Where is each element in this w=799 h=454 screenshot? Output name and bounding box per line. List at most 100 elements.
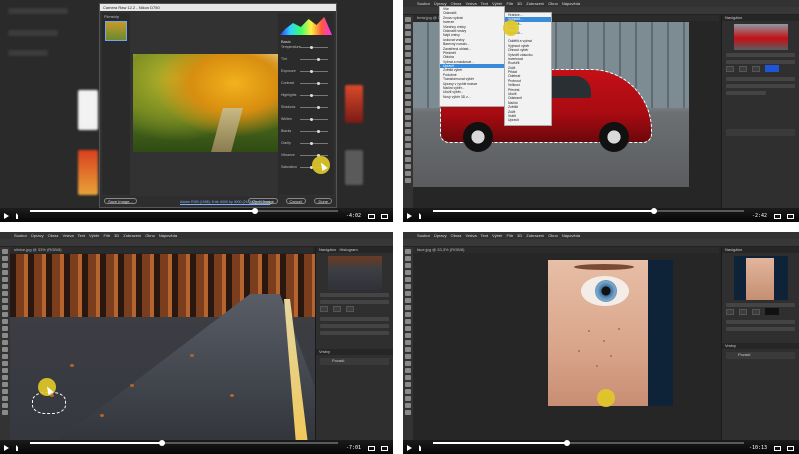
menu-option[interactable]: Upravit xyxy=(505,118,551,122)
volume-icon[interactable] xyxy=(419,213,425,219)
menu-item[interactable]: Soubor xyxy=(14,233,27,238)
tool-icon[interactable] xyxy=(2,375,8,380)
tool-icon[interactable] xyxy=(405,396,411,401)
fullscreen-icon[interactable] xyxy=(381,214,388,219)
adjustment-slider[interactable] xyxy=(300,106,328,109)
tool-icon[interactable] xyxy=(405,389,411,394)
menu-item[interactable]: Filtr xyxy=(506,1,513,6)
menu-item[interactable]: Filtr xyxy=(506,233,513,238)
done-button[interactable]: Done xyxy=(314,198,332,204)
tool-icon[interactable] xyxy=(405,143,411,148)
tool-icon[interactable] xyxy=(405,403,411,408)
menu-item[interactable]: Soubor xyxy=(417,1,430,6)
tool-icon[interactable] xyxy=(405,150,411,155)
slider-handle[interactable] xyxy=(310,118,313,121)
tool-icon[interactable] xyxy=(405,157,411,162)
open-image-button[interactable]: Open Image xyxy=(247,198,278,204)
color-swatch[interactable] xyxy=(765,308,779,315)
adjustment-slider[interactable] xyxy=(300,46,328,49)
navigator-thumbnail[interactable] xyxy=(327,256,382,290)
progress-knob[interactable] xyxy=(563,440,570,446)
menu-item[interactable]: 3D xyxy=(517,1,522,6)
volume-icon[interactable] xyxy=(419,445,425,451)
play-icon[interactable] xyxy=(4,213,9,219)
panel-button[interactable] xyxy=(333,306,341,312)
tool-icon[interactable] xyxy=(405,17,411,22)
tool-icon[interactable] xyxy=(405,31,411,36)
adjustment-slider[interactable] xyxy=(300,142,328,145)
menu-item[interactable]: Vrstva xyxy=(62,233,73,238)
tool-icon[interactable] xyxy=(405,52,411,57)
tool-icon[interactable] xyxy=(2,305,8,310)
tool-icon[interactable] xyxy=(405,94,411,99)
menu-item[interactable]: Nápověda xyxy=(562,233,580,238)
menu-item[interactable]: Nápověda xyxy=(159,233,177,238)
tool-icon[interactable] xyxy=(405,171,411,176)
tool-icon[interactable] xyxy=(405,361,411,366)
menu-item[interactable]: Úpravy xyxy=(31,233,44,238)
menu-item[interactable]: Úpravy xyxy=(434,233,447,238)
menu-item[interactable]: Okno xyxy=(548,1,558,6)
fullscreen-icon[interactable] xyxy=(787,446,794,451)
slider-handle[interactable] xyxy=(317,82,320,85)
panel-button[interactable] xyxy=(320,306,328,312)
color-swatch[interactable] xyxy=(765,65,779,72)
adjustment-slider[interactable] xyxy=(300,82,328,85)
tool-icon[interactable] xyxy=(2,291,8,296)
filmstrip-thumbnail[interactable] xyxy=(105,21,127,41)
panel-button[interactable] xyxy=(739,309,747,315)
panel-button[interactable] xyxy=(726,309,734,315)
tool-icon[interactable] xyxy=(405,410,411,415)
menu-item[interactable]: Text xyxy=(78,233,85,238)
tool-icon[interactable] xyxy=(2,298,8,303)
tool-icon[interactable] xyxy=(405,284,411,289)
tool-icon[interactable] xyxy=(405,319,411,324)
panel-button[interactable] xyxy=(752,66,760,72)
menu-option[interactable]: Nový výběr 3D z... xyxy=(440,95,504,99)
progress-knob[interactable] xyxy=(159,440,166,446)
tool-icon[interactable] xyxy=(405,80,411,85)
tool-icon[interactable] xyxy=(405,101,411,106)
video-progress-track[interactable] xyxy=(433,440,744,446)
adjustment-slider[interactable] xyxy=(300,94,328,97)
document-tab[interactable]: face.jpg @ 33,3% (RGB/8) xyxy=(413,247,719,253)
miniplayer-icon[interactable] xyxy=(774,446,781,451)
tool-icon[interactable] xyxy=(2,382,8,387)
tool-icon[interactable] xyxy=(2,256,8,261)
layer-row[interactable]: Pozadí xyxy=(320,358,389,365)
tool-icon[interactable] xyxy=(405,270,411,275)
play-icon[interactable] xyxy=(407,445,412,451)
tool-icon[interactable] xyxy=(405,298,411,303)
tool-icon[interactable] xyxy=(405,108,411,113)
tool-icon[interactable] xyxy=(2,396,8,401)
slider-handle[interactable] xyxy=(310,70,313,73)
tool-icon[interactable] xyxy=(405,312,411,317)
slider-handle[interactable] xyxy=(317,130,320,133)
tool-icon[interactable] xyxy=(405,122,411,127)
panel-button[interactable] xyxy=(726,66,734,72)
slider-handle[interactable] xyxy=(310,94,313,97)
video-progress-track[interactable] xyxy=(433,208,744,214)
tool-icon[interactable] xyxy=(2,333,8,338)
tool-icon[interactable] xyxy=(2,319,8,324)
slider-handle[interactable] xyxy=(317,106,320,109)
menu-item[interactable]: Vrstva xyxy=(465,233,476,238)
tool-icon[interactable] xyxy=(2,270,8,275)
tool-icon[interactable] xyxy=(2,340,8,345)
tool-icon[interactable] xyxy=(405,354,411,359)
document-canvas[interactable] xyxy=(548,260,673,406)
tool-icon[interactable] xyxy=(405,129,411,134)
miniplayer-icon[interactable] xyxy=(368,214,375,219)
menu-item[interactable]: Nápověda xyxy=(562,1,580,6)
tool-icon[interactable] xyxy=(405,73,411,78)
menu-item[interactable]: Zobrazení xyxy=(526,1,544,6)
volume-icon[interactable] xyxy=(16,445,22,451)
tool-icon[interactable] xyxy=(405,45,411,50)
tool-icon[interactable] xyxy=(405,38,411,43)
menu-item[interactable]: Výběr xyxy=(492,233,502,238)
tool-icon[interactable] xyxy=(2,326,8,331)
menu-item[interactable]: Obraz xyxy=(451,233,462,238)
document-tab[interactable]: silnice.jpg @ 33% (RGB/8) xyxy=(10,247,313,253)
tool-icon[interactable] xyxy=(405,263,411,268)
save-image-button[interactable]: Save Image... xyxy=(104,198,137,204)
